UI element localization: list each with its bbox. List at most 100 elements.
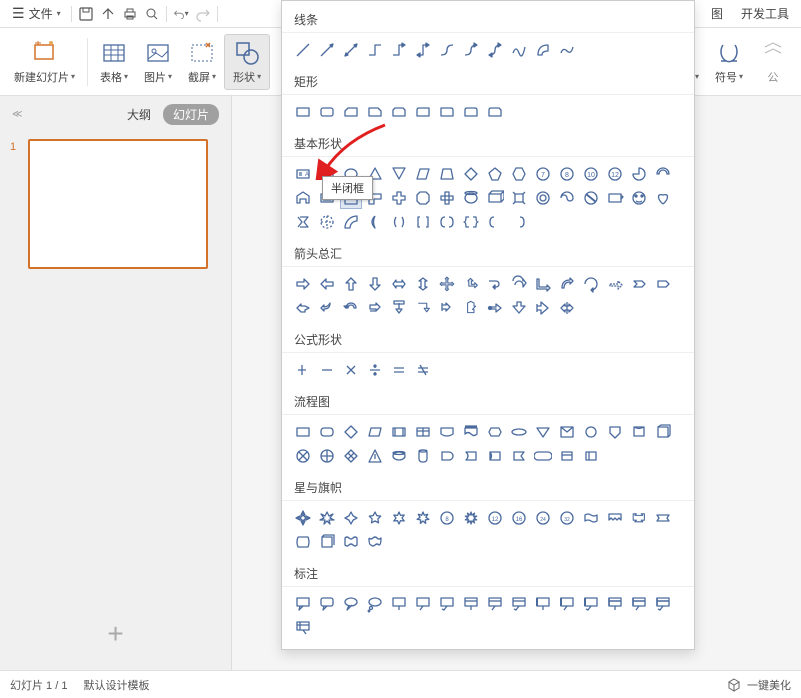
shape-line-5[interactable] [412, 39, 434, 61]
shape-star-18[interactable] [340, 531, 362, 553]
shape-arrow-7[interactable] [460, 273, 482, 295]
export-icon[interactable] [100, 6, 116, 22]
shape-arrow-6[interactable] [436, 273, 458, 295]
shape-basic-39[interactable] [460, 211, 482, 233]
shape-basic-8[interactable] [484, 163, 506, 185]
shape-arrow-10[interactable] [532, 273, 554, 295]
shape-basic-7[interactable] [460, 163, 482, 185]
shape-arrow-18[interactable] [340, 297, 362, 319]
shape-arrow-12[interactable] [580, 273, 602, 295]
shape-basic-37[interactable] [412, 211, 434, 233]
shape-callout-2[interactable] [340, 593, 362, 615]
shape-basic-25[interactable] [508, 187, 530, 209]
shape-arrow-26[interactable] [532, 297, 554, 319]
shape-star-1[interactable] [316, 507, 338, 529]
collapse-icon[interactable]: ≪ [12, 109, 22, 120]
shape-basic-4[interactable] [388, 163, 410, 185]
shape-flow-19[interactable] [364, 445, 386, 467]
shape-basic-0[interactable]: A [292, 163, 314, 185]
shape-flow-13[interactable] [604, 421, 626, 443]
symbol-button[interactable]: 符号▾ [707, 37, 751, 87]
shape-callout-10[interactable] [532, 593, 554, 615]
save-icon[interactable] [78, 6, 94, 22]
shape-arrow-21[interactable] [412, 297, 434, 319]
shape-line-11[interactable] [556, 39, 578, 61]
shape-flow-16[interactable] [292, 445, 314, 467]
shape-basic-32[interactable] [292, 211, 314, 233]
shape-flow-1[interactable] [316, 421, 338, 443]
print-icon[interactable] [122, 6, 138, 22]
shape-flow-21[interactable] [412, 445, 434, 467]
shape-callout-6[interactable] [436, 593, 458, 615]
shape-callout-1[interactable] [316, 593, 338, 615]
shape-basic-31[interactable] [652, 187, 674, 209]
shape-flow-11[interactable] [556, 421, 578, 443]
shape-star-13[interactable] [604, 507, 626, 529]
shape-basic-29[interactable] [604, 187, 626, 209]
shape-basic-22[interactable] [436, 187, 458, 209]
screenshot-button[interactable]: 截屏▾ [180, 37, 224, 87]
shape-callout-11[interactable] [556, 593, 578, 615]
shape-star-17[interactable] [316, 531, 338, 553]
shape-flow-25[interactable] [508, 445, 530, 467]
shape-star-11[interactable]: 32 [556, 507, 578, 529]
shape-star-8[interactable]: 12 [484, 507, 506, 529]
shape-callout-16[interactable] [292, 617, 314, 639]
shape-arrow-5[interactable] [412, 273, 434, 295]
shape-button[interactable]: 形状▾ [224, 34, 270, 90]
shape-basic-11[interactable]: 8 [556, 163, 578, 185]
shape-line-7[interactable] [460, 39, 482, 61]
shape-flow-4[interactable] [388, 421, 410, 443]
shape-arrow-9[interactable] [508, 273, 530, 295]
shape-basic-12[interactable]: 10 [580, 163, 602, 185]
shape-flow-7[interactable] [460, 421, 482, 443]
slide-thumbnail[interactable] [28, 139, 208, 269]
shape-arrow-25[interactable] [508, 297, 530, 319]
shape-basic-23[interactable] [460, 187, 482, 209]
shape-arrow-16[interactable] [292, 297, 314, 319]
shape-rect-8[interactable] [484, 101, 506, 123]
shape-flow-6[interactable] [436, 421, 458, 443]
shape-star-14[interactable] [628, 507, 650, 529]
shape-flow-14[interactable] [628, 421, 650, 443]
redo-icon[interactable] [195, 6, 211, 22]
shape-rect-7[interactable] [460, 101, 482, 123]
shape-star-6[interactable]: 8 [436, 507, 458, 529]
shape-star-9[interactable]: 16 [508, 507, 530, 529]
shape-line-10[interactable] [532, 39, 554, 61]
shape-line-0[interactable] [292, 39, 314, 61]
shape-callout-12[interactable] [580, 593, 602, 615]
shape-arrow-22[interactable] [436, 297, 458, 319]
shape-line-9[interactable] [508, 39, 530, 61]
shape-basic-35[interactable] [364, 211, 386, 233]
shape-flow-23[interactable] [460, 445, 482, 467]
shape-basic-26[interactable] [532, 187, 554, 209]
picture-button[interactable]: 图片▾ [136, 37, 180, 87]
shape-basic-21[interactable] [412, 187, 434, 209]
shape-arrow-17[interactable] [316, 297, 338, 319]
shape-star-4[interactable] [388, 507, 410, 529]
shape-star-16[interactable] [292, 531, 314, 553]
tab-devtools[interactable]: 开发工具 [741, 5, 789, 22]
shape-flow-12[interactable] [580, 421, 602, 443]
shape-basic-34[interactable] [340, 211, 362, 233]
shape-rect-4[interactable] [388, 101, 410, 123]
more-button[interactable]: 公 [751, 37, 795, 87]
shape-arrow-19[interactable] [364, 297, 386, 319]
beautify-button[interactable]: 一键美化 [747, 677, 791, 693]
table-button[interactable]: 表格▾ [92, 37, 136, 87]
shape-basic-40[interactable] [484, 211, 506, 233]
shape-arrow-27[interactable] [556, 297, 578, 319]
shape-callout-5[interactable] [412, 593, 434, 615]
shape-arrow-2[interactable] [340, 273, 362, 295]
shape-eq-1[interactable] [316, 359, 338, 381]
shape-basic-41[interactable] [508, 211, 530, 233]
shape-basic-36[interactable] [388, 211, 410, 233]
shape-flow-10[interactable] [532, 421, 554, 443]
shape-callout-7[interactable] [460, 593, 482, 615]
shape-flow-0[interactable] [292, 421, 314, 443]
shape-line-2[interactable] [340, 39, 362, 61]
shape-flow-18[interactable] [340, 445, 362, 467]
shape-eq-5[interactable] [412, 359, 434, 381]
shape-callout-14[interactable] [628, 593, 650, 615]
